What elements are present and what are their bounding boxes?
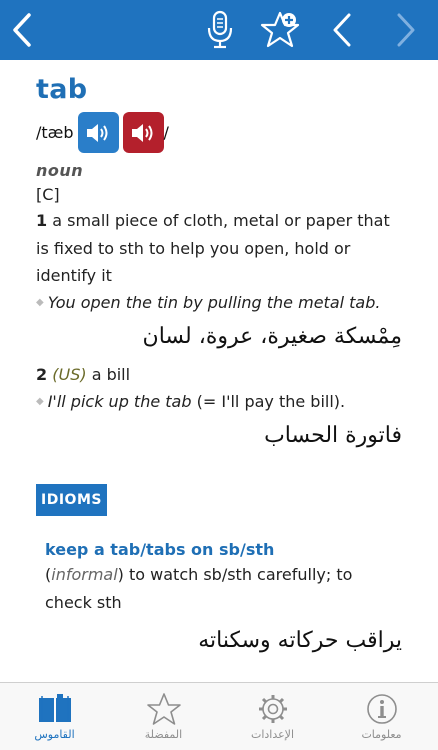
definition-text: a bill <box>91 365 131 384</box>
sense-definition: 2 (US) a bill <box>36 361 402 389</box>
bottom-tab-bar: القاموس المفضلة الإعدادات معلومات <box>0 682 438 750</box>
grammar-code: [C] <box>36 185 60 204</box>
idioms-heading: IDIOMS <box>36 484 107 516</box>
example-gloss: (= I'll pay the bill). <box>196 391 346 411</box>
voice-search-button[interactable] <box>198 0 242 60</box>
uk-audio-button[interactable] <box>77 112 119 153</box>
add-favorite-button[interactable] <box>258 0 304 60</box>
us-audio-button[interactable] <box>122 112 164 153</box>
tab-info[interactable]: معلومات <box>327 683 436 750</box>
dictionary-book-icon <box>38 694 71 723</box>
chevron-left-icon <box>13 13 31 47</box>
tab-label: معلومات <box>361 728 402 741</box>
speaker-icon <box>87 123 108 142</box>
next-entry-button[interactable] <box>390 0 422 60</box>
chevron-left-icon <box>333 13 351 47</box>
info-icon <box>366 694 397 724</box>
tab-favorites[interactable]: المفضلة <box>109 683 218 750</box>
pronunciation-text: /tæb <box>36 123 74 142</box>
arabic-translation: يراقب حركاته وسكناته <box>198 628 402 653</box>
region-label: (US) <box>52 365 87 384</box>
register-label: informal <box>51 565 118 584</box>
tab-settings[interactable]: الإعدادات <box>218 683 327 750</box>
tab-dictionary[interactable]: القاموس <box>0 683 109 750</box>
speaker-icon <box>132 123 153 142</box>
chevron-right-icon <box>397 13 415 47</box>
pronunciation-close: / <box>163 123 169 142</box>
idiom-phrase[interactable]: keep a tab/tabs on sb/sth <box>45 540 402 559</box>
star-plus-icon <box>260 11 300 48</box>
example-text: I'll pick up the tab <box>47 391 192 411</box>
pronunciation-row: /tæb / <box>36 112 402 153</box>
tab-label: القاموس <box>34 728 75 741</box>
microphone-icon <box>207 10 233 49</box>
part-of-speech: noun <box>36 161 84 180</box>
sense-number: 2 <box>36 365 48 384</box>
example-sentence: ◆ You open the tin by pulling the metal t… <box>36 290 402 317</box>
entry-content[interactable]: tab /tæb / noun [C] 1 a small piece of c… <box>0 60 438 682</box>
idioms-section: IDIOMS <box>36 484 402 516</box>
top-toolbar <box>0 0 438 60</box>
star-icon <box>146 693 181 725</box>
arabic-translation: مِمْسكة صغيرة، عروة، لسان <box>142 324 402 349</box>
tab-label: الإعدادات <box>250 728 295 741</box>
gear-icon <box>258 695 287 723</box>
previous-entry-button[interactable] <box>326 0 358 60</box>
example-text: You open the tin by pulling the metal ta… <box>47 292 381 312</box>
idiom-definition: (informal) to watch sb/sth carefully; to… <box>45 561 402 616</box>
tab-label: المفضلة <box>144 728 183 741</box>
bullet-diamond-icon: ◆ <box>36 396 44 407</box>
example-sentence: ◆ I'll pick up the tab (= I'll pay the bi… <box>36 389 402 416</box>
definition-text: a small piece of cloth, metal or paper t… <box>36 211 390 285</box>
arabic-translation: فاتورة الحساب <box>264 423 402 448</box>
bullet-diamond-icon: ◆ <box>36 297 44 308</box>
headword: tab <box>36 74 88 105</box>
back-button[interactable] <box>0 0 44 60</box>
sense-number: 1 <box>36 211 48 230</box>
sense-definition: 1 a small piece of cloth, metal or paper… <box>36 207 402 290</box>
